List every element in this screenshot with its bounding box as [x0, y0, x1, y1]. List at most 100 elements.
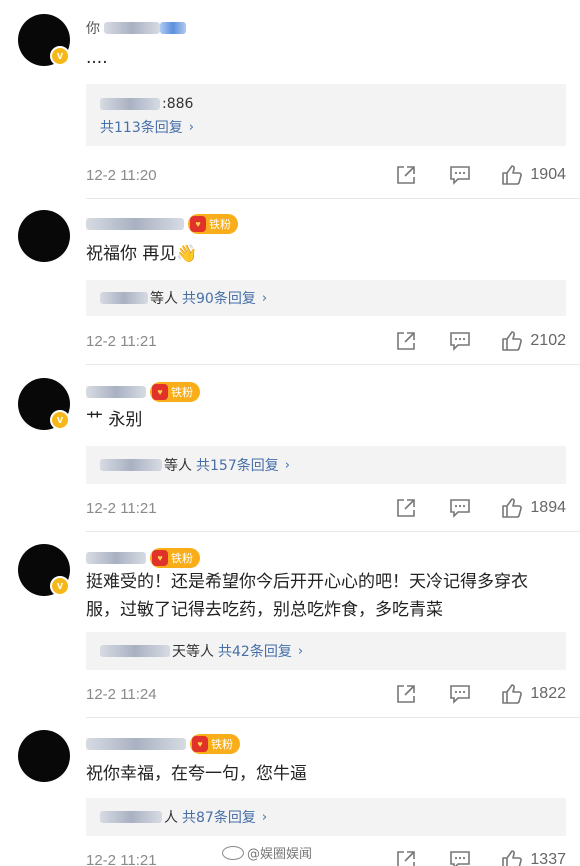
- fan-badge-icon: ♥: [190, 216, 206, 232]
- comment-icon[interactable]: [448, 682, 472, 706]
- comment-actions: 1822: [394, 682, 566, 706]
- comment-actions: 2102: [394, 329, 566, 353]
- reply-prefix: 天等人: [172, 644, 214, 660]
- comment-footer: 12-2 11:21 2102: [86, 329, 566, 353]
- reply-preview-box[interactable]: : 886 共113条回复 ›: [86, 84, 566, 146]
- chevron-right-icon: ›: [261, 809, 268, 825]
- blurred-username-tail: [160, 22, 186, 34]
- watermark: @娱圈娱闻: [222, 843, 312, 862]
- fan-badge-label: 铁粉: [211, 739, 233, 751]
- divider: [86, 364, 580, 365]
- comment-icon[interactable]: [448, 496, 472, 520]
- watermark-text: @娱圈娱闻: [247, 847, 313, 862]
- divider: [86, 198, 580, 199]
- chevron-right-icon: ›: [284, 457, 290, 473]
- reply-prefix: 等人: [150, 291, 178, 307]
- reply-more-link[interactable]: 共113条回复: [100, 117, 183, 137]
- fan-badge: ♥ 铁粉: [190, 734, 240, 754]
- blurred-username: [86, 552, 146, 564]
- like-count: 1822: [530, 685, 566, 702]
- fan-badge-label: 铁粉: [171, 553, 193, 565]
- comment-footer: 12-2 11:21 1337: [86, 848, 566, 866]
- blurred-reply-user: [100, 645, 170, 657]
- share-icon[interactable]: [394, 682, 418, 706]
- comment-header: ♥ 铁粉: [86, 210, 238, 238]
- share-icon[interactable]: [394, 496, 418, 520]
- comment-icon[interactable]: [448, 848, 472, 866]
- blurred-reply-user: [100, 811, 162, 823]
- blurred-reply-user: [100, 98, 160, 110]
- comment-header: 你: [86, 14, 186, 42]
- divider: [86, 717, 580, 718]
- reply-preview-box[interactable]: 等人 共90条回复 ›: [86, 280, 566, 316]
- fan-badge-label: 铁粉: [209, 219, 231, 231]
- comment-actions: 1904: [394, 163, 566, 187]
- reply-preview-box[interactable]: 人 共87条回复 ›: [86, 798, 566, 836]
- share-icon[interactable]: [394, 163, 418, 187]
- fan-badge-icon: ♥: [152, 384, 168, 400]
- blurred-username: [86, 218, 184, 230]
- fan-badge-icon: ♥: [152, 550, 168, 566]
- avatar[interactable]: [18, 210, 70, 262]
- like-icon[interactable]: [500, 163, 524, 187]
- chevron-right-icon: ›: [261, 290, 268, 306]
- reply-prefix: 等人: [164, 458, 192, 474]
- share-icon[interactable]: [394, 848, 418, 866]
- like-icon[interactable]: [500, 496, 524, 520]
- like-count: 2102: [530, 332, 566, 349]
- comment-icon[interactable]: [448, 329, 472, 353]
- reply-more-link[interactable]: 共42条回复: [218, 641, 292, 661]
- comment-time: 12-2 11:20: [86, 166, 157, 184]
- comment-time: 12-2 11:24: [86, 685, 157, 703]
- reply-more-line: 共113条回复 ›: [100, 116, 194, 138]
- comment-footer: 12-2 11:24 1822: [86, 682, 566, 706]
- fan-badge-icon: ♥: [192, 736, 208, 752]
- verified-icon: v: [50, 46, 70, 66]
- comment-icon[interactable]: [448, 163, 472, 187]
- reply-more-link[interactable]: 共87条回复: [182, 807, 256, 827]
- like-count: 1904: [530, 166, 566, 183]
- comment-footer: 12-2 11:20 1904: [86, 163, 566, 187]
- blurred-reply-user: [100, 459, 162, 471]
- reply-preview-text: 886: [166, 96, 194, 112]
- like-icon[interactable]: [500, 329, 524, 353]
- share-icon[interactable]: [394, 329, 418, 353]
- comment-header: ♥ 铁粉: [86, 378, 200, 406]
- comment-header: ♥ 铁粉: [86, 730, 240, 758]
- reply-prefix: 人: [164, 810, 178, 826]
- comment-text: 祝福你 再见👋: [86, 244, 198, 264]
- reply-more-link[interactable]: 共90条回复: [182, 288, 256, 308]
- weibo-logo-icon: [222, 845, 244, 860]
- like-count: 1337: [530, 851, 566, 866]
- comment-time: 12-2 11:21: [86, 332, 157, 350]
- blurred-username: [86, 386, 146, 398]
- blurred-username: [104, 22, 160, 34]
- comment-text: ....: [86, 48, 108, 68]
- username[interactable]: 你: [86, 18, 100, 38]
- avatar[interactable]: [18, 730, 70, 782]
- blurred-username: [86, 738, 186, 750]
- verified-icon: v: [50, 576, 70, 596]
- like-icon[interactable]: [500, 848, 524, 866]
- verified-icon: v: [50, 410, 70, 430]
- comment-actions: 1894: [394, 496, 566, 520]
- blurred-reply-user: [100, 292, 148, 304]
- comment-text: 艹 永别: [86, 410, 143, 430]
- comment-actions: 1337: [394, 848, 566, 866]
- comment-time: 12-2 11:21: [86, 499, 157, 517]
- reply-preview-box[interactable]: 天等人 共42条回复 ›: [86, 632, 566, 670]
- comment-time: 12-2 11:21: [86, 851, 157, 866]
- comment-footer: 12-2 11:21 1894: [86, 496, 566, 520]
- reply-preview-box[interactable]: 等人 共157条回复 ›: [86, 446, 566, 484]
- like-icon[interactable]: [500, 682, 524, 706]
- chevron-right-icon: ›: [188, 119, 194, 135]
- fan-badge: ♥ 铁粉: [188, 214, 238, 234]
- fan-badge: ♥ 铁粉: [150, 382, 200, 402]
- reply-preview-line: : 886: [100, 92, 193, 116]
- divider: [86, 531, 580, 532]
- chevron-right-icon: ›: [297, 643, 304, 659]
- like-count: 1894: [530, 499, 566, 516]
- comment-text: 挺难受的！还是希望你今后开开心心的吧！天冷记得多穿衣服，过敏了记得去吃药，别总吃…: [86, 572, 528, 620]
- fan-badge-label: 铁粉: [171, 387, 193, 399]
- reply-more-link[interactable]: 共157条回复: [196, 455, 279, 475]
